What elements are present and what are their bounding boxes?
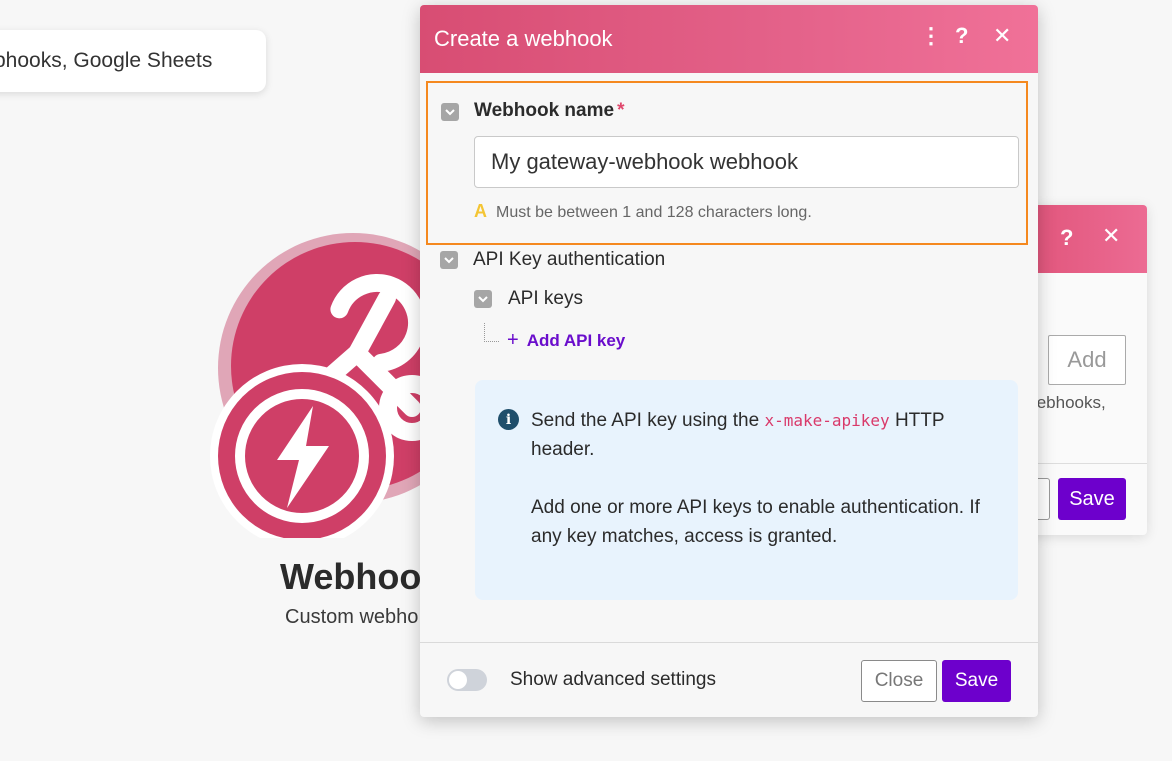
api-keys-label: API keys bbox=[508, 288, 583, 309]
background-dialog: ? ✕ Add /ebhooks, Save bbox=[1020, 205, 1147, 535]
close-button[interactable]: Close bbox=[861, 660, 937, 702]
add-api-key-label: Add API key bbox=[526, 331, 626, 350]
required-mark: * bbox=[617, 100, 625, 121]
toggle-knob bbox=[449, 671, 467, 689]
close-icon[interactable]: ✕ bbox=[993, 25, 1011, 47]
help-icon[interactable]: ? bbox=[955, 25, 968, 47]
webhook-name-label: Webhook name * bbox=[474, 100, 625, 121]
more-options-icon[interactable]: ⋮ bbox=[920, 25, 942, 47]
api-key-authentication-label: API Key authentication bbox=[473, 249, 666, 270]
hint-text: /ebhooks, bbox=[1032, 393, 1106, 412]
dialog-header: Create a webhook ⋮ ? ✕ bbox=[420, 5, 1038, 73]
search-suggestion[interactable]: bhooks, Google Sheets bbox=[0, 30, 266, 92]
tree-connector bbox=[484, 323, 499, 342]
warning-text: Must be between 1 and 128 characters lon… bbox=[496, 204, 812, 221]
collapse-checkbox-icon[interactable] bbox=[441, 103, 459, 121]
validation-warning: A Must be between 1 and 128 characters lo… bbox=[474, 201, 812, 222]
advanced-settings-toggle[interactable] bbox=[447, 669, 487, 691]
info-paragraph-1: Send the API key using the x-make-apikey… bbox=[531, 410, 945, 460]
divider bbox=[1020, 463, 1147, 464]
save-button[interactable]: Save bbox=[1058, 478, 1126, 520]
info-box: i Send the API key using the x-make-apik… bbox=[475, 380, 1018, 600]
add-button[interactable]: Add bbox=[1048, 335, 1126, 385]
module-title: Webhoo bbox=[280, 556, 422, 597]
help-icon[interactable]: ? bbox=[1060, 225, 1073, 251]
plus-icon: + bbox=[507, 329, 519, 351]
collapse-checkbox-icon[interactable] bbox=[474, 290, 492, 308]
background-dialog-header: ? ✕ bbox=[1020, 205, 1147, 273]
header-name-code: x-make-apikey bbox=[764, 411, 890, 430]
close-icon[interactable]: ✕ bbox=[1102, 223, 1120, 249]
warning-icon: A bbox=[474, 201, 487, 221]
save-button[interactable]: Save bbox=[942, 660, 1011, 702]
webhook-name-group: Webhook name* A Must be between 1 and 128… bbox=[426, 81, 1028, 245]
collapse-checkbox-icon[interactable] bbox=[440, 251, 458, 269]
info-icon: i bbox=[498, 409, 519, 430]
webhook-name-input[interactable] bbox=[474, 136, 1019, 188]
footer-divider bbox=[420, 642, 1038, 643]
dialog-title: Create a webhook bbox=[434, 26, 613, 51]
advanced-settings-label: Show advanced settings bbox=[510, 669, 716, 690]
create-webhook-dialog: Create a webhook ⋮ ? ✕ Webhook name* A Mu… bbox=[420, 5, 1038, 717]
search-suggestion-text: bhooks, Google Sheets bbox=[0, 49, 213, 72]
add-api-key-button[interactable]: + Add API key bbox=[507, 329, 625, 352]
info-paragraph-2: Add one or more API keys to enable authe… bbox=[531, 497, 980, 547]
module-subtitle: Custom webho bbox=[285, 606, 419, 628]
